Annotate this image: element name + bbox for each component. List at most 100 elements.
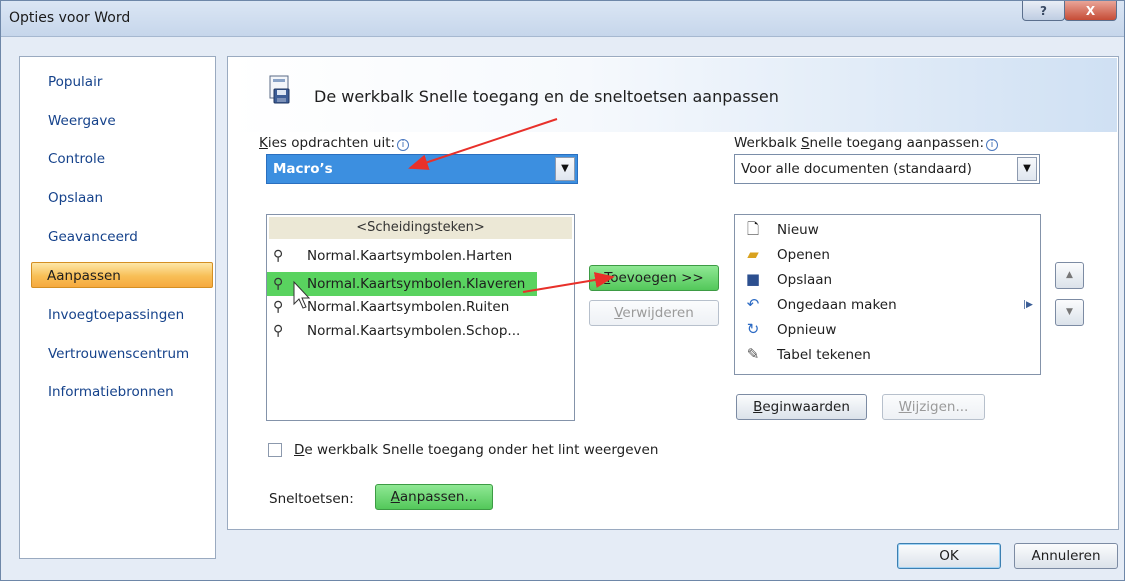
nav-item-label: Opslaan [48, 190, 104, 206]
choose-commands-dropdown[interactable]: Macro’s ▼ [266, 154, 578, 184]
shortcuts-customize-button[interactable]: Aanpassen... [375, 484, 493, 510]
reset-button[interactable]: Beginwaarden [736, 394, 867, 420]
button-label: OK [939, 548, 959, 564]
nav-item-label: Controle [48, 151, 106, 167]
nav-item-geavanceerd[interactable]: Geavanceerd [32, 224, 212, 250]
undo-icon: ↶ [746, 295, 760, 313]
button-label: erwijderen [622, 305, 694, 321]
choose-commands-label: Kies opdrachten uit: i [259, 135, 410, 151]
list-item-label: Tabel tekenen [777, 347, 871, 363]
options-dialog: Opties voor Word ? X Populair Weergave C… [0, 0, 1125, 581]
modify-button[interactable]: Wijzigen... [882, 394, 985, 420]
list-item-label: Normal.Kaartsymbolen.Harten [307, 248, 513, 264]
list-item[interactable]: ⚲ Normal.Kaartsymbolen.Ruiten [273, 295, 509, 319]
open-folder-icon: ▰ [747, 245, 759, 263]
mnemonic-letter: B [753, 399, 763, 415]
nav-item-label: Informatiebronnen [48, 384, 174, 400]
list-item-label: Nieuw [777, 222, 819, 238]
macro-icon: ⚲ [273, 323, 284, 339]
info-icon[interactable]: i [986, 139, 999, 151]
list-item-label: Normal.Kaartsymbolen.Ruiten [307, 299, 510, 315]
quick-access-toolbar-icon [269, 75, 290, 104]
nav-item-label: Geavanceerd [48, 229, 138, 245]
button-label: eginwaarden [762, 399, 850, 415]
nav-item-aanpassen[interactable]: Aanpassen [31, 262, 213, 288]
qat-scope-dropdown[interactable]: Voor alle documenten (standaard) ▼ [734, 154, 1040, 184]
nav-item-label: Aanpassen [47, 268, 121, 284]
qat-label: Werkbalk Snelle toegang aanpassen: i [734, 135, 999, 151]
mnemonic-letter: D [294, 442, 305, 458]
nav-item-vertrouwenscentrum[interactable]: Vertrouwenscentrum [32, 341, 212, 367]
add-button[interactable]: Toevoegen >> [589, 265, 719, 291]
nav-item-populair[interactable]: Populair [32, 69, 212, 95]
list-item[interactable]: ■ Opslaan [743, 267, 832, 292]
button-label: Annuleren [1031, 548, 1101, 564]
help-icon: ? [1040, 3, 1047, 18]
redo-icon: ↻ [746, 320, 760, 338]
nav-item-controle[interactable]: Controle [32, 146, 212, 172]
window-title: Opties voor Word [9, 10, 131, 26]
list-item[interactable]: ▰ Openen [743, 242, 830, 267]
mnemonic-letter: K [259, 135, 268, 151]
list-item[interactable]: ↻ Opnieuw [743, 317, 837, 342]
chevron-down-icon[interactable]: ▼ [1017, 157, 1037, 181]
list-item-label: Openen [777, 247, 830, 263]
list-item-label: Normal.Kaartsymbolen.Klaveren [307, 276, 526, 292]
close-button[interactable]: X [1064, 1, 1117, 21]
nav-item-weergave[interactable]: Weergave [32, 108, 212, 134]
nav-item-label: Populair [48, 74, 103, 90]
mnemonic-letter: S [800, 135, 810, 151]
cancel-button[interactable]: Annuleren [1014, 543, 1118, 569]
list-item[interactable]: ⚲ Normal.Kaartsymbolen.Harten [273, 244, 512, 268]
title-bar: Opties voor Word ? X [1, 1, 1124, 37]
list-item-label: Opnieuw [777, 322, 837, 338]
qat-scope-value: Voor alle documenten (standaard) [741, 161, 972, 177]
list-item[interactable]: ⚲ Normal.Kaartsymbolen.Schop... [273, 319, 520, 343]
commands-list[interactable]: <Scheidingsteken> ⚲ Normal.Kaartsymbolen.… [266, 214, 575, 421]
nav-item-label: Invoegtoepassingen [48, 307, 185, 323]
arrow-down-icon: ▼ [1066, 307, 1073, 317]
list-item-label: Ongedaan maken [777, 297, 897, 313]
label-text: ies opdrachten uit: [267, 135, 396, 151]
list-item[interactable]: <Scheidingsteken> [269, 217, 572, 239]
save-disk-icon: ■ [745, 270, 761, 288]
nav-item-label: Vertrouwenscentrum [48, 346, 190, 362]
chevron-down-icon[interactable]: ▼ [555, 157, 575, 181]
qat-commands-list[interactable]: 🗋 Nieuw ▰ Openen ■ Opslaan ↶ Ongedaan maken … [734, 214, 1041, 375]
move-down-button[interactable]: ▼ [1055, 299, 1084, 326]
separator-label: <Scheidingsteken> [356, 220, 485, 235]
list-item-label: Normal.Kaartsymbolen.Schop... [307, 323, 521, 339]
button-label: ijzigen... [911, 399, 969, 415]
mnemonic-letter: W [898, 399, 912, 415]
info-icon[interactable]: i [397, 139, 410, 151]
remove-button[interactable]: Verwijderen [589, 300, 719, 326]
choose-commands-value: Macro’s [273, 161, 333, 177]
ok-button[interactable]: OK [897, 543, 1001, 569]
list-item[interactable]: 🗋 Nieuw [743, 217, 819, 242]
nav-item-informatiebronnen[interactable]: Informatiebronnen [32, 379, 212, 405]
new-document-icon: 🗋 [746, 220, 760, 238]
label-text: Werkbalk [734, 135, 801, 151]
section-title: De werkbalk Snelle toegang en de sneltoe… [314, 87, 779, 106]
arrow-up-icon: ▲ [1066, 270, 1073, 280]
draw-table-icon: ✎ [746, 345, 760, 363]
help-button[interactable]: ? [1022, 1, 1065, 21]
move-up-button[interactable]: ▲ [1055, 262, 1084, 289]
show-below-ribbon-checkbox[interactable] [268, 443, 282, 457]
list-item[interactable]: ↶ Ongedaan maken [743, 292, 897, 317]
list-item-selected[interactable]: ⚲ Normal.Kaartsymbolen.Klaveren [267, 272, 537, 296]
list-item[interactable]: ✎ Tabel tekenen [743, 342, 871, 367]
submenu-arrow-icon: |▶ [1023, 300, 1033, 310]
nav-item-opslaan[interactable]: Opslaan [32, 185, 212, 211]
label-text: nelle toegang aanpassen: [809, 135, 985, 151]
nav-item-invoegtoepassingen[interactable]: Invoegtoepassingen [32, 302, 212, 328]
category-nav: Populair Weergave Controle Opslaan Geava… [19, 56, 216, 559]
button-label: oevoegen >> [610, 270, 704, 286]
nav-item-label: Weergave [48, 113, 116, 129]
label-text: e werkbalk Snelle toegang onder het lint… [304, 442, 659, 458]
macro-icon: ⚲ [273, 248, 284, 264]
shortcuts-label: Sneltoetsen: [269, 491, 354, 507]
show-below-ribbon-label[interactable]: De werkbalk Snelle toegang onder het lin… [294, 442, 658, 458]
customize-panel: De werkbalk Snelle toegang en de sneltoe… [227, 56, 1119, 530]
button-label: anpassen... [399, 489, 478, 505]
